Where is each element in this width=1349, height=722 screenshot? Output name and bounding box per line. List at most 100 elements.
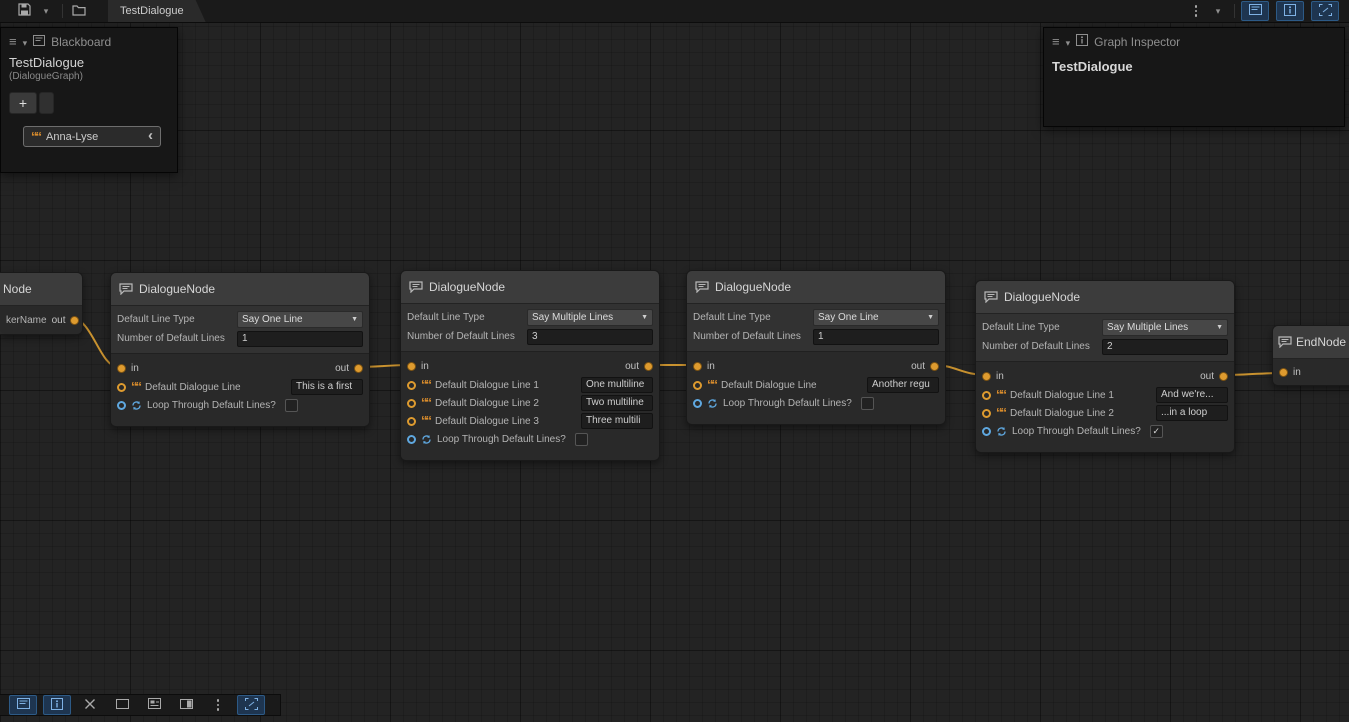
out-port[interactable] xyxy=(354,364,363,373)
blackboard-panel-button[interactable] xyxy=(9,695,37,715)
dialogue-line-input[interactable]: This is a first xyxy=(291,379,363,395)
line-type-dropdown[interactable]: Say One Line▼ xyxy=(237,311,363,328)
kebab-icon xyxy=(217,699,220,711)
inspector-toggle-button[interactable] xyxy=(1276,1,1304,21)
dialogue-node-4[interactable]: DialogueNode Default Line Type Say Multi… xyxy=(975,280,1235,453)
loop-checkbox[interactable] xyxy=(575,433,588,446)
graph-inspector-panel: Graph Inspector TestDialogue xyxy=(1043,27,1345,127)
loop-port[interactable] xyxy=(407,435,416,444)
end-node[interactable]: EndNode in xyxy=(1272,325,1349,386)
dialogue-line-port[interactable] xyxy=(407,399,416,408)
quote-icon xyxy=(996,391,1005,399)
options-menu-button[interactable] xyxy=(1186,2,1206,20)
options-dropdown-button[interactable] xyxy=(1208,2,1228,20)
dialogue-line-input[interactable]: Two multiline xyxy=(581,395,653,411)
in-port[interactable] xyxy=(117,364,126,373)
node-title-bar[interactable]: DialogueNode xyxy=(111,273,369,306)
minimap-button[interactable] xyxy=(141,696,167,714)
loop-icon xyxy=(707,398,718,409)
node-fields: Default Line Type Say One Line▼ Number o… xyxy=(111,306,369,354)
dialogue-line-port[interactable] xyxy=(117,383,126,392)
in-port[interactable] xyxy=(693,362,702,371)
dialogue-line-port[interactable] xyxy=(693,381,702,390)
node-title-bar[interactable]: Node xyxy=(0,273,82,306)
out-port-label: out xyxy=(911,361,925,372)
dialogue-node-1[interactable]: DialogueNode Default Line Type Say One L… xyxy=(110,272,370,427)
blackboard-graph-type: (DialogueGraph) xyxy=(1,70,177,88)
more-options-button[interactable] xyxy=(205,696,231,714)
collapse-chevron-icon[interactable] xyxy=(148,131,153,143)
hamburger-icon[interactable] xyxy=(9,34,17,49)
in-port-label: in xyxy=(421,361,429,372)
dialogue-line-input[interactable]: ...in a loop xyxy=(1156,405,1228,421)
dialogue-line-port[interactable] xyxy=(982,391,991,400)
dialogue-line-port[interactable] xyxy=(982,409,991,418)
line-type-dropdown[interactable]: Say Multiple Lines▼ xyxy=(527,309,653,326)
preview-button[interactable] xyxy=(173,696,199,714)
out-port[interactable] xyxy=(70,316,79,325)
dialogue-line-port[interactable] xyxy=(407,381,416,390)
num-lines-input[interactable]: 3 xyxy=(527,329,653,345)
in-port[interactable] xyxy=(982,372,991,381)
chevron-down-icon[interactable] xyxy=(23,35,28,49)
toolbar-divider xyxy=(62,4,63,18)
out-port[interactable] xyxy=(930,362,939,371)
window-button[interactable] xyxy=(109,696,135,714)
chevron-down-icon xyxy=(44,5,49,17)
blackboard-toggle-button[interactable] xyxy=(1241,1,1269,21)
loop-checkbox[interactable] xyxy=(861,397,874,410)
open-asset-button[interactable] xyxy=(69,2,89,20)
tools-button[interactable] xyxy=(77,696,103,714)
dialogue-node-2[interactable]: DialogueNode Default Line Type Say Multi… xyxy=(400,270,660,461)
save-button[interactable] xyxy=(14,2,34,20)
speaker-name-label: kerName xyxy=(6,315,47,326)
line-type-dropdown[interactable]: Say One Line▼ xyxy=(813,309,939,326)
out-port-label: out xyxy=(625,361,639,372)
node-title-bar[interactable]: DialogueNode xyxy=(687,271,945,304)
dialogue-line-input[interactable]: One multiline xyxy=(581,377,653,393)
dialogue-node-3[interactable]: DialogueNode Default Line Type Say One L… xyxy=(686,270,946,425)
node-title-bar[interactable]: DialogueNode xyxy=(976,281,1234,314)
loop-label: Loop Through Default Lines? xyxy=(723,398,852,409)
loop-checkbox[interactable]: ✓ xyxy=(1150,425,1163,438)
out-port[interactable] xyxy=(1219,372,1228,381)
hamburger-icon[interactable] xyxy=(1052,34,1060,49)
chevron-down-icon: ▼ xyxy=(351,316,358,323)
num-lines-input[interactable]: 1 xyxy=(813,329,939,345)
chevron-down-icon[interactable] xyxy=(1066,35,1071,49)
dialogue-node-icon xyxy=(409,281,423,293)
dialogue-line-input[interactable]: And we're... xyxy=(1156,387,1228,403)
node-title: DialogueNode xyxy=(139,282,215,296)
dialogue-graph-window: Node kerName out DialogueNode Default Li… xyxy=(0,0,1349,722)
speaker-node[interactable]: Node kerName out xyxy=(0,272,83,335)
in-port[interactable] xyxy=(407,362,416,371)
dialogue-line-port[interactable] xyxy=(407,417,416,426)
loop-port[interactable] xyxy=(982,427,991,436)
line-type-label: Default Line Type xyxy=(407,312,527,323)
out-port-label: out xyxy=(335,363,349,374)
minimap-icon xyxy=(148,698,161,712)
add-variable-button[interactable]: + xyxy=(9,92,37,114)
num-lines-label: Number of Default Lines xyxy=(982,341,1102,352)
frame-all-button[interactable] xyxy=(237,695,265,715)
add-variable-dropdown[interactable] xyxy=(39,92,54,114)
save-options-button[interactable] xyxy=(36,2,56,20)
line-type-dropdown[interactable]: Say Multiple Lines▼ xyxy=(1102,319,1228,336)
preview-toggle-button[interactable] xyxy=(1311,1,1339,21)
num-lines-input[interactable]: 2 xyxy=(1102,339,1228,355)
out-port[interactable] xyxy=(644,362,653,371)
node-title-bar[interactable]: EndNode xyxy=(1273,326,1349,359)
in-port[interactable] xyxy=(1279,368,1288,377)
dialogue-line-input[interactable]: Another regu xyxy=(867,377,939,393)
graph-tab[interactable]: TestDialogue xyxy=(108,0,206,22)
loop-port[interactable] xyxy=(117,401,126,410)
loop-checkbox[interactable] xyxy=(285,399,298,412)
inspector-panel-button[interactable] xyxy=(43,695,71,715)
num-lines-input[interactable]: 1 xyxy=(237,331,363,347)
dialogue-line-input[interactable]: Three multili xyxy=(581,413,653,429)
loop-port[interactable] xyxy=(693,399,702,408)
node-title-bar[interactable]: DialogueNode xyxy=(401,271,659,304)
out-port-label: out xyxy=(1200,371,1214,382)
inspector-info-icon xyxy=(1076,34,1088,49)
blackboard-variable-anna-lyse[interactable]: Anna-Lyse xyxy=(23,126,161,147)
